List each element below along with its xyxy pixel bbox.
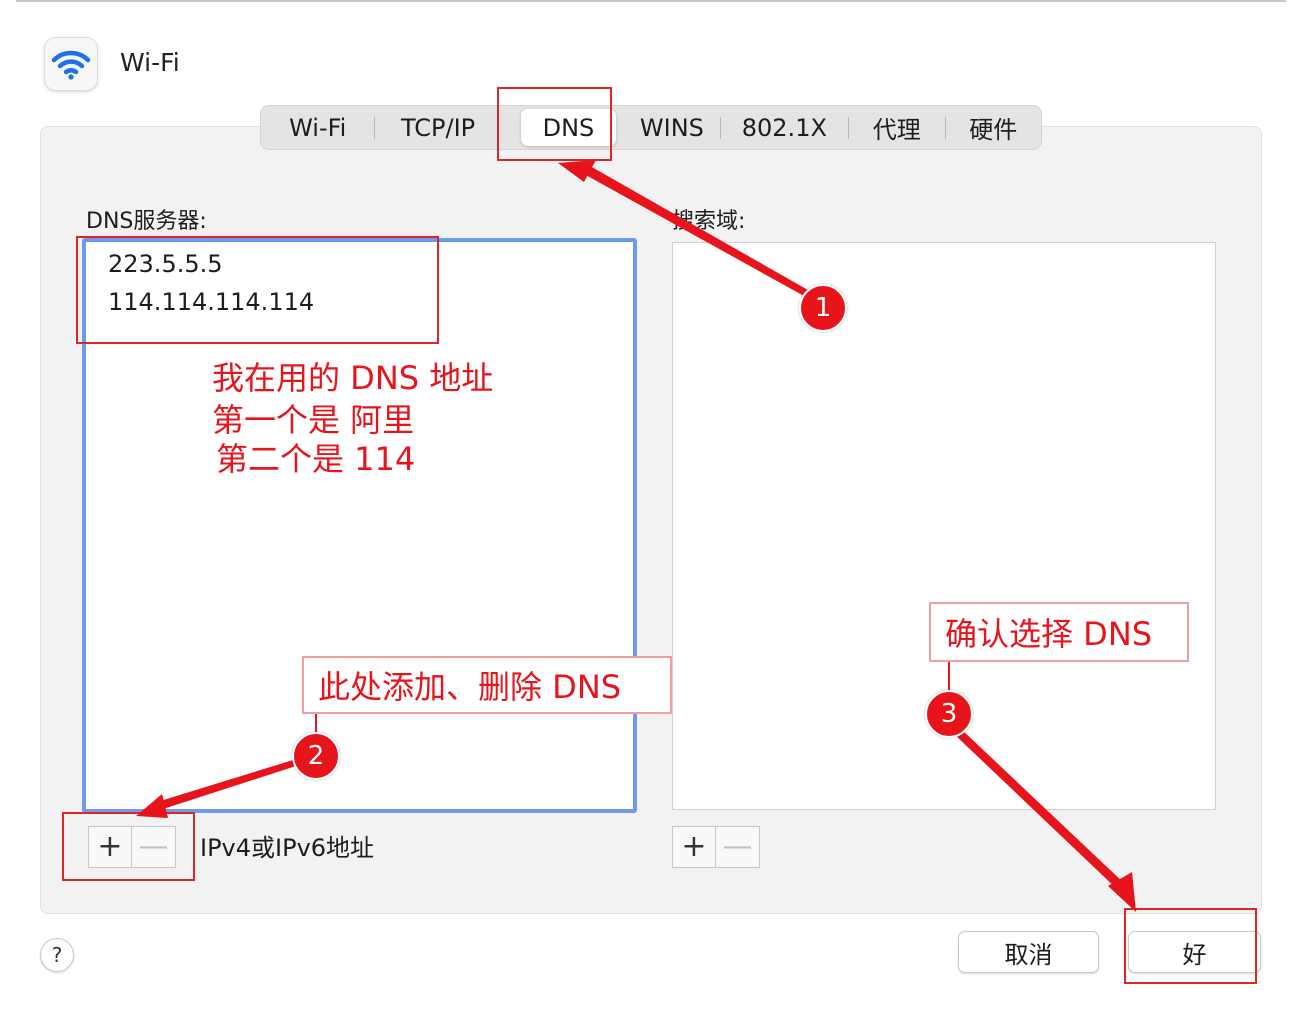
search-add-remove-group: + — — [672, 826, 760, 868]
cancel-button[interactable]: 取消 — [958, 931, 1099, 973]
annotation-highlight-dns-tab — [497, 87, 612, 161]
search-domains-label: 搜索域: — [672, 209, 746, 234]
annotation-note-line: 我在用的 DNS 地址 — [212, 359, 494, 397]
wifi-icon — [44, 37, 98, 91]
tab-hardware[interactable]: 硬件 — [946, 109, 1042, 146]
help-button[interactable]: ? — [40, 938, 74, 972]
window-title: Wi-Fi — [120, 48, 180, 77]
search-domain-remove-button[interactable]: — — [716, 826, 760, 868]
tab-proxy[interactable]: 代理 — [849, 109, 945, 146]
annotation-badge-2: 2 — [292, 732, 340, 780]
tab-wifi[interactable]: Wi-Fi — [261, 109, 374, 146]
dns-servers-label: DNS服务器: — [86, 209, 207, 234]
annotation-badge-3: 3 — [925, 690, 973, 738]
annotation-highlight-add-remove — [62, 812, 195, 881]
annotation-highlight-ok — [1124, 908, 1257, 984]
search-domain-add-button[interactable]: + — [672, 826, 716, 868]
tab-8021x[interactable]: 802.1X — [721, 109, 848, 146]
annotation-note-confirm: 确认选择 DNS — [929, 602, 1189, 662]
annotation-highlight-dns-servers — [76, 236, 439, 344]
annotation-note-add-remove: 此处添加、删除 DNS — [302, 656, 672, 714]
tab-bar: Wi-Fi TCP/IP DNS WINS 802.1X 代理 硬件 — [260, 105, 1042, 150]
annotation-note-line: 第二个是 114 — [216, 440, 416, 478]
annotation-note-line: 第一个是 阿里 — [212, 401, 415, 439]
annotation-badge-1: 1 — [799, 284, 847, 332]
dns-address-hint: IPv4或IPv6地址 — [200, 834, 375, 862]
tab-wins[interactable]: WINS — [624, 109, 720, 146]
tab-tcpip[interactable]: TCP/IP — [375, 109, 500, 146]
window-top-border — [16, 0, 1286, 2]
